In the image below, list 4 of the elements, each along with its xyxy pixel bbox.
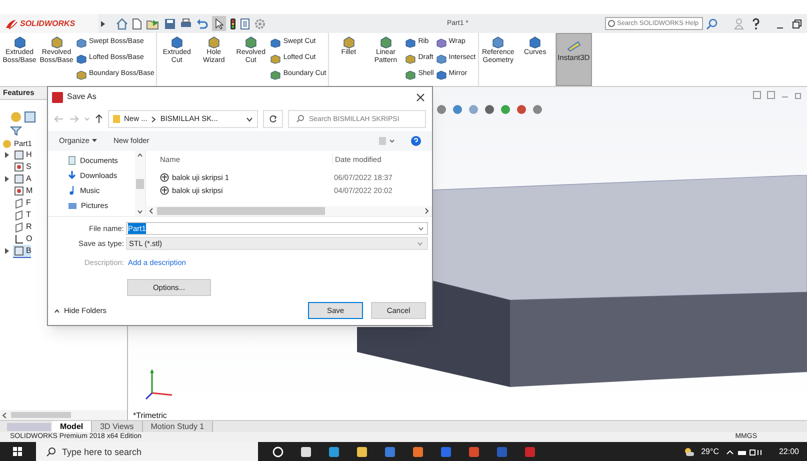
view-orientation-label: *Trimetric bbox=[133, 410, 167, 420]
weather-temperature: 29°C bbox=[701, 446, 719, 458]
dialog-title: Save As bbox=[67, 91, 96, 103]
app-logo: SOLIDWORKS bbox=[20, 18, 76, 30]
